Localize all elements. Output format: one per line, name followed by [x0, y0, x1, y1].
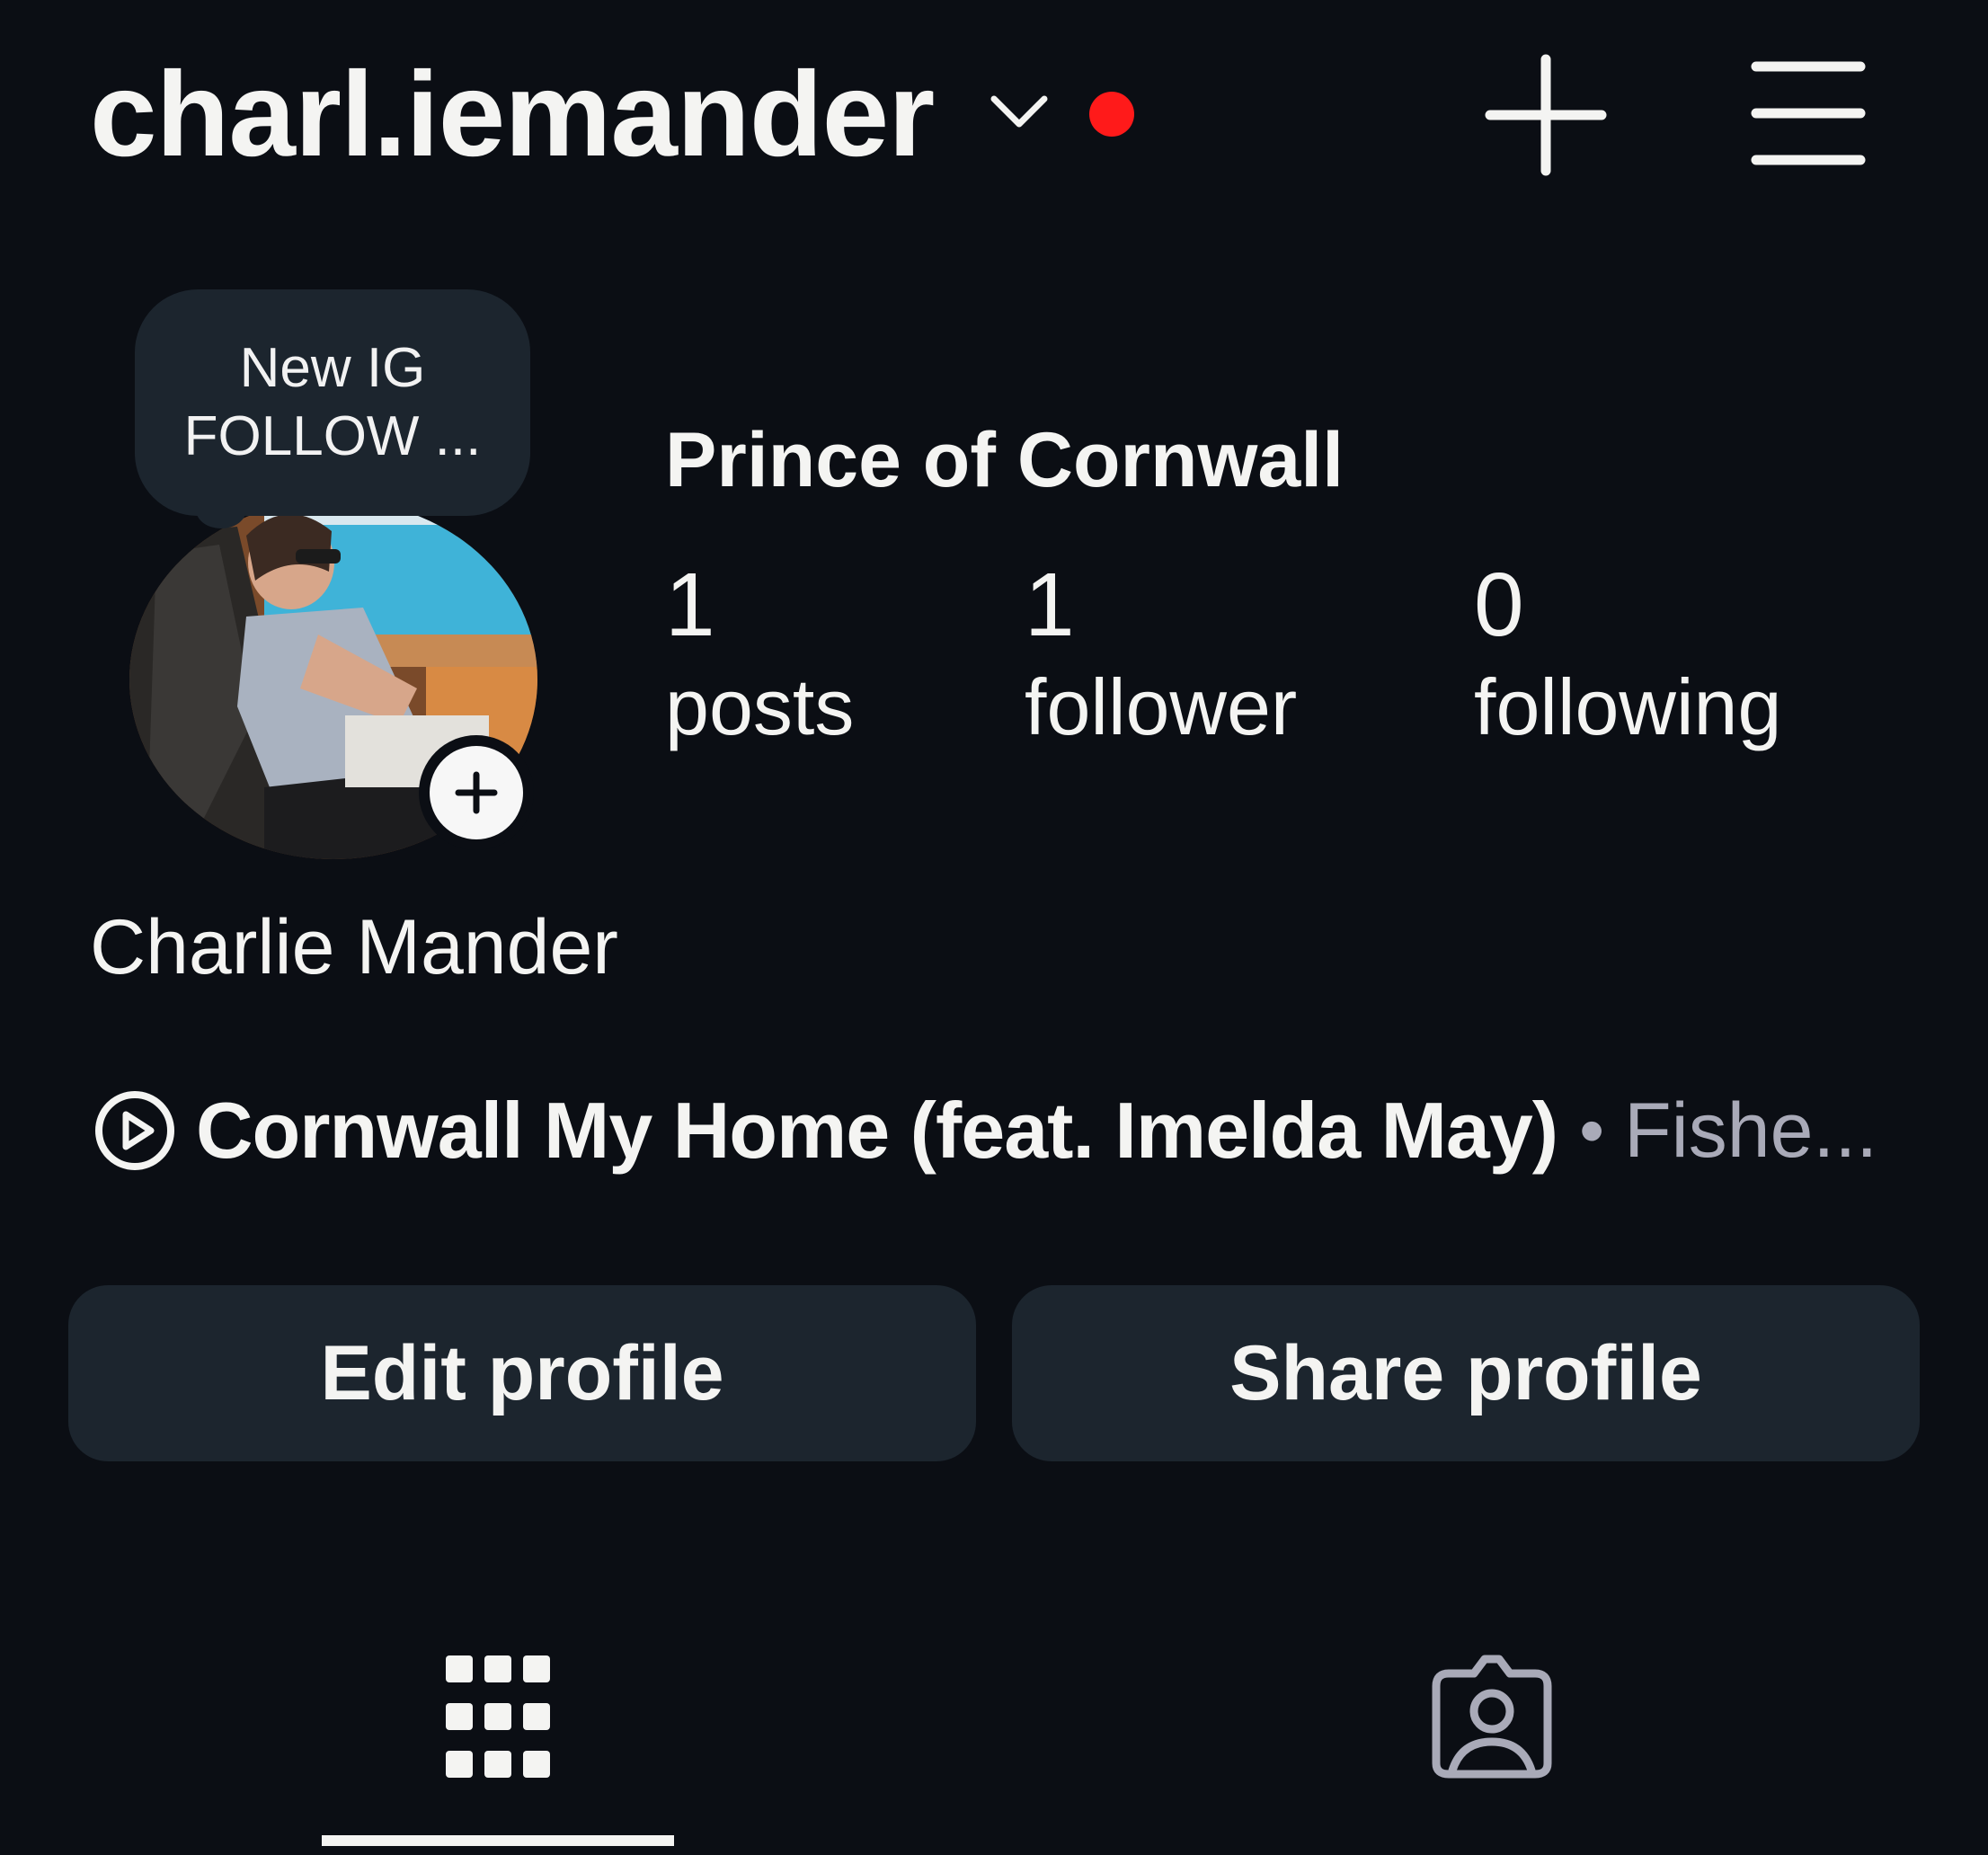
grid-icon [446, 1655, 550, 1778]
chevron-down-icon[interactable] [985, 86, 1053, 137]
note-text-line-2: FOLLOW ... [183, 405, 482, 467]
following-count-value: 0 [1474, 555, 1524, 655]
posts-count-value: 1 [665, 555, 715, 655]
add-story-button[interactable] [419, 735, 534, 850]
tagged-person-icon [1432, 1655, 1552, 1779]
plus-icon [455, 771, 498, 814]
tab-posts-grid[interactable] [322, 1582, 674, 1851]
followers-count-label: follower [1025, 662, 1298, 751]
menu-button[interactable] [1745, 54, 1871, 180]
hamburger-menu-icon [1751, 61, 1866, 165]
song-separator: • [1579, 1090, 1605, 1170]
create-plus-button[interactable] [1483, 52, 1609, 178]
posts-count[interactable]: 1 posts [665, 555, 854, 757]
profile-username[interactable]: charl.iemander [90, 43, 935, 187]
notification-dot [1089, 92, 1134, 137]
following-count[interactable]: 0 following [1474, 555, 1781, 757]
posts-count-label: posts [665, 662, 855, 751]
followers-count-value: 1 [1025, 555, 1075, 655]
share-profile-button[interactable]: Share profile [1012, 1285, 1920, 1461]
note-bubble[interactable]: New IG FOLLOW ... [135, 289, 530, 516]
note-text-line-1: New IG [239, 337, 426, 399]
following-count-label: following [1474, 662, 1782, 751]
display-name: Charlie Mander [90, 904, 618, 990]
plus-icon [1485, 54, 1607, 176]
edit-profile-button[interactable]: Edit profile [68, 1285, 976, 1461]
profile-category: Prince of Cornwall [665, 417, 1345, 503]
tab-tagged[interactable] [1339, 1582, 1645, 1851]
followers-count[interactable]: 1 follower [1025, 555, 1297, 757]
active-tab-indicator [322, 1835, 674, 1846]
song-artist: Fishe... [1624, 1087, 1878, 1174]
profile-music[interactable]: Cornwall My Home (feat. Imelda May) • Fi… [93, 1077, 1877, 1185]
song-title: Cornwall My Home (feat. Imelda May) [196, 1086, 1558, 1175]
play-circle-icon [95, 1091, 174, 1170]
